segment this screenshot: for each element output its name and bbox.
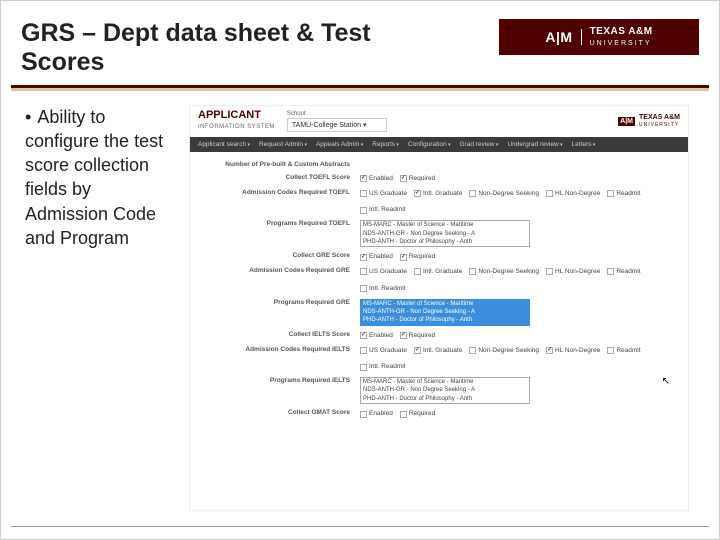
header: GRS – Dept data sheet & Test Scores A|M … [1,1,719,85]
nav-item[interactable]: Reports [372,141,399,148]
nav-item[interactable]: Letters [572,141,596,148]
listbox-gre[interactable]: MS-MARC - Master of Science - Maritime N… [360,299,530,326]
slide-title: GRS – Dept data sheet & Test Scores [21,19,421,77]
tamu-mini-logo: A|M TEXAS A&MUNIVERSITY [618,114,680,128]
listbox-ielts[interactable]: MS-MARC - Master of Science - Maritime N… [360,377,530,404]
form-area: Number of Pre-built & Custom Abstracts C… [190,152,688,428]
nav-item[interactable]: Appeals Admin [316,141,363,148]
nav-item[interactable]: Request Admin [259,141,307,148]
nav-item[interactable]: Applicant search [198,141,250,148]
checkbox-required[interactable]: ✓Required [400,174,435,184]
nav-item[interactable]: Grad review [460,141,499,148]
app-header: APPLICANTINFORMATION SYSTEM School: TAMU… [190,106,688,137]
slide: GRS – Dept data sheet & Test Scores A|M … [0,0,720,540]
listbox-toefl[interactable]: MS-MARC - Master of Science - Maritime N… [360,220,530,247]
nav-item[interactable]: Undergrad review [507,141,562,148]
content: •Ability to configure the test score col… [1,91,719,521]
atm-mark: A|M [545,29,581,45]
nav-item[interactable]: Configuration [408,141,451,148]
bullet-text: •Ability to configure the test score col… [25,105,175,511]
footer-divider [11,526,709,527]
tamu-logo: A|M TEXAS A&MUNIVERSITY [499,19,699,55]
app-logo: APPLICANTINFORMATION SYSTEM [198,111,275,131]
school-select[interactable]: School: TAMU-College Station ▾ [287,111,387,132]
cursor-icon: ↖ [662,376,670,387]
bullet-dot: • [25,105,31,129]
checkbox-enabled[interactable]: ✓Enabled [360,174,393,184]
app-navbar: Applicant search Request Admin Appeals A… [190,137,688,152]
embedded-screenshot: APPLICANTINFORMATION SYSTEM School: TAMU… [189,105,689,511]
